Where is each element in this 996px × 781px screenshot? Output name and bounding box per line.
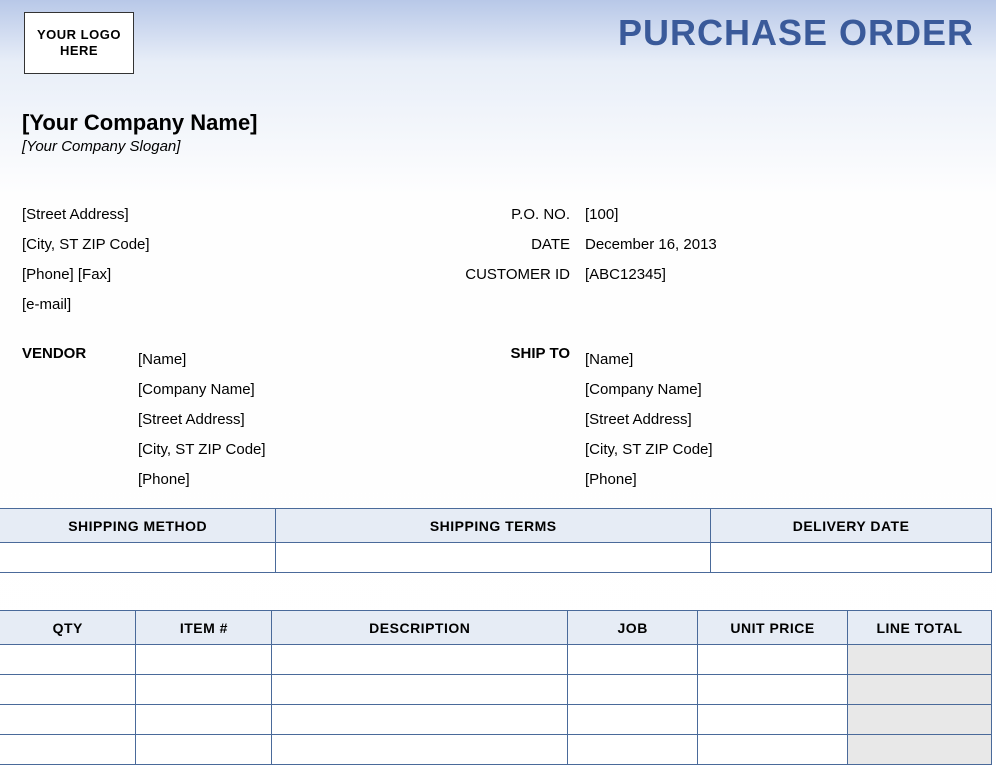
company-header: [Your Company Name] [Your Company Slogan… [22, 110, 258, 155]
po-meta-labels: P.O. NO. DATE CUSTOMER ID [460, 200, 570, 290]
unit-price-cell[interactable] [698, 675, 848, 705]
shipping-table: SHIPPING METHOD SHIPPING TERMS DELIVERY … [0, 508, 992, 573]
city-state-zip: [City, ST ZIP Code] [22, 230, 150, 260]
job-cell[interactable] [568, 705, 698, 735]
item-header: ITEM # [136, 611, 272, 645]
po-meta-values: [100] December 16, 2013 [ABC12345] [585, 200, 717, 290]
item-row [0, 735, 992, 765]
unit-price-cell[interactable] [698, 705, 848, 735]
qty-cell[interactable] [0, 645, 136, 675]
shipping-method-header: SHIPPING METHOD [0, 509, 276, 543]
vendor-address: [Name] [Company Name] [Street Address] [… [138, 345, 266, 495]
job-header: JOB [568, 611, 698, 645]
unit-price-cell[interactable] [698, 735, 848, 765]
vendor-company: [Company Name] [138, 375, 266, 405]
company-name: [Your Company Name] [22, 110, 258, 136]
qty-cell[interactable] [0, 705, 136, 735]
vendor-name: [Name] [138, 345, 266, 375]
line-total-cell [848, 675, 992, 705]
item-cell[interactable] [136, 705, 272, 735]
delivery-date-cell[interactable] [711, 543, 992, 573]
qty-cell[interactable] [0, 675, 136, 705]
unit-price-cell[interactable] [698, 645, 848, 675]
item-cell[interactable] [136, 735, 272, 765]
items-table: QTY ITEM # DESCRIPTION JOB UNIT PRICE LI… [0, 610, 992, 765]
customer-id-value: [ABC12345] [585, 260, 717, 290]
vendor-city: [City, ST ZIP Code] [138, 435, 266, 465]
line-total-cell [848, 705, 992, 735]
shipping-method-cell[interactable] [0, 543, 276, 573]
vendor-phone: [Phone] [138, 465, 266, 495]
street-address: [Street Address] [22, 200, 150, 230]
company-slogan: [Your Company Slogan] [22, 138, 258, 155]
line-total-header: LINE TOTAL [848, 611, 992, 645]
shipto-city: [City, ST ZIP Code] [585, 435, 713, 465]
job-cell[interactable] [568, 735, 698, 765]
shipto-section-label: SHIP TO [495, 345, 570, 362]
item-row [0, 675, 992, 705]
shipto-phone: [Phone] [585, 465, 713, 495]
description-cell[interactable] [272, 735, 568, 765]
qty-header: QTY [0, 611, 136, 645]
shipping-terms-cell[interactable] [276, 543, 711, 573]
item-row [0, 645, 992, 675]
shipto-company: [Company Name] [585, 375, 713, 405]
description-header: DESCRIPTION [272, 611, 568, 645]
date-label: DATE [460, 230, 570, 260]
vendor-section-label: VENDOR [22, 345, 86, 362]
line-total-cell [848, 735, 992, 765]
delivery-date-header: DELIVERY DATE [711, 509, 992, 543]
shipto-street: [Street Address] [585, 405, 713, 435]
phone-fax: [Phone] [Fax] [22, 260, 150, 290]
company-address: [Street Address] [City, ST ZIP Code] [Ph… [22, 200, 150, 320]
email: [e-mail] [22, 290, 150, 320]
job-cell[interactable] [568, 645, 698, 675]
shipping-terms-header: SHIPPING TERMS [276, 509, 711, 543]
shipto-address: [Name] [Company Name] [Street Address] [… [585, 345, 713, 495]
unit-price-header: UNIT PRICE [698, 611, 848, 645]
logo-placeholder: YOUR LOGO HERE [24, 12, 134, 74]
description-cell[interactable] [272, 675, 568, 705]
document-title: PURCHASE ORDER [618, 12, 974, 54]
item-row [0, 705, 992, 735]
customer-id-label: CUSTOMER ID [460, 260, 570, 290]
qty-cell[interactable] [0, 735, 136, 765]
po-no-value: [100] [585, 200, 717, 230]
description-cell[interactable] [272, 645, 568, 675]
vendor-street: [Street Address] [138, 405, 266, 435]
date-value: December 16, 2013 [585, 230, 717, 260]
job-cell[interactable] [568, 675, 698, 705]
description-cell[interactable] [272, 705, 568, 735]
item-cell[interactable] [136, 675, 272, 705]
shipto-name: [Name] [585, 345, 713, 375]
po-no-label: P.O. NO. [460, 200, 570, 230]
line-total-cell [848, 645, 992, 675]
item-cell[interactable] [136, 645, 272, 675]
